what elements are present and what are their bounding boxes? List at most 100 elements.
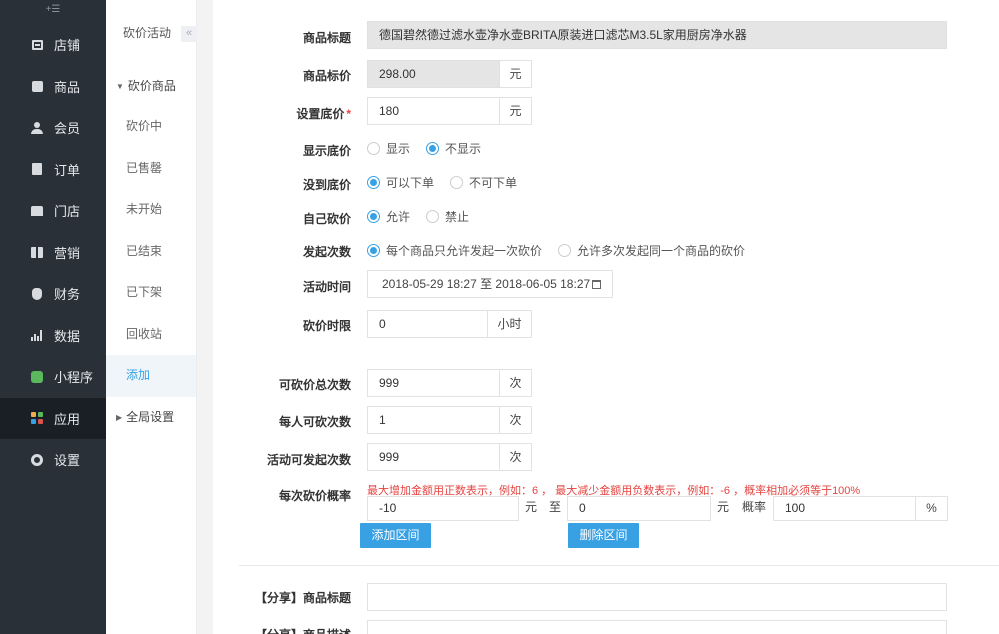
share-desc-label: 【分享】商品描述 [255,626,351,634]
required-mark: * [346,107,351,121]
collapse-menu-icon[interactable]: « [181,26,197,42]
gift-icon [30,245,44,259]
show-floor-radio-hide[interactable]: 不显示 [426,140,481,157]
probability-word: 概率 [735,496,773,521]
sidebar-item-finance[interactable]: 财务 [0,273,106,315]
self-cut-radio-allow[interactable]: 允许 [367,208,410,225]
sidebar-item-members[interactable]: 会员 [0,107,106,149]
caret-down-icon: ▼ [116,82,124,91]
user-icon [30,121,44,135]
share-desc-input[interactable] [367,620,947,634]
below-floor-radio-allow[interactable]: 可以下单 [367,174,434,191]
sidebar-item-label: 会员 [54,121,81,137]
per-user-cuts-input[interactable]: 1 [367,406,500,434]
order-icon [30,162,44,176]
goods-icon [30,79,44,93]
submenu-item-offline[interactable]: 已下架 [106,272,196,314]
sidebar-toggle-icon[interactable]: +☰ [0,0,106,24]
mini-program-icon [30,370,44,384]
total-cuts-label: 可砍价总次数 [278,378,351,392]
sidebar-item-marketing[interactable]: 营销 [0,232,106,274]
submenu-group-bargain-goods[interactable]: ▼ 砍价商品 [106,66,196,106]
sidebar-item-label: 数据 [54,328,81,344]
show-floor-radio-show[interactable]: 显示 [367,140,410,157]
caret-right-icon: ▶ [116,412,123,422]
sidebar-item-label: 营销 [54,245,81,261]
launch-multiple-radio[interactable]: 允许多次发起同一个商品的砍价 [558,242,745,259]
range-to-input[interactable]: 0 [567,496,711,521]
probability-input[interactable]: 100 [773,496,916,521]
total-cuts-input[interactable]: 999 [367,369,500,397]
gutter [197,0,213,634]
time-limit-unit: 小时 [488,310,532,338]
range-from-input[interactable]: -10 [367,496,519,521]
submenu-item-recycle-bin[interactable]: 回收站 [106,314,196,356]
sidebar-item-mini-program[interactable]: 小程序 [0,356,106,398]
launchable-times-input[interactable]: 999 [367,443,500,471]
submenu-item-not-started[interactable]: 未开始 [106,189,196,231]
share-title-input[interactable] [367,583,947,611]
sidebar-item-label: 设置 [54,453,81,469]
gear-icon [30,453,44,467]
floor-price-unit: 元 [500,97,532,125]
floor-price-input[interactable]: 180 [367,97,500,125]
title-label: 商品标题 [302,31,351,45]
sidebar-item-label: 财务 [54,287,81,303]
delete-range-button[interactable]: 删除区间 [568,523,639,548]
sidebar-item-orders[interactable]: 订单 [0,149,106,191]
sidebar-item-apps[interactable]: 应用 [0,397,106,439]
add-range-button[interactable]: 添加区间 [360,523,431,548]
sidebar-item-label: 店铺 [54,38,81,54]
probability-label: 每次砍价概率 [278,489,351,503]
sidebar-item-shop[interactable]: 店铺 [0,24,106,66]
self-cut-label: 自己砍价 [302,212,351,226]
submenu-group-global-settings[interactable]: ▶ 全局设置 [106,397,196,437]
main-form: 商品标题 德国碧然德过滤水壶净水壶BRITA原装进口滤芯M3.5L家用厨房净水器… [213,0,999,634]
submenu-item-add[interactable]: 添加 [106,355,196,397]
activity-time-label: 活动时间 [302,280,351,294]
per-user-cuts-unit: 次 [500,406,532,434]
total-cuts-unit: 次 [500,369,532,397]
below-floor-label: 没到底价 [302,178,351,192]
range-from-unit: 元 [519,496,543,521]
activity-time-picker[interactable]: 2018-05-29 18:27 至 2018-06-05 18:27 [367,270,613,298]
submenu-item-in-progress[interactable]: 砍价中 [106,106,196,148]
probability-unit: % [916,496,948,521]
price-label: 商品标价 [302,69,351,83]
bar-chart-icon [30,328,44,342]
list-price-unit: 元 [500,60,532,88]
sidebar-item-label: 小程序 [54,370,94,386]
submenu-item-sold-out[interactable]: 已售罄 [106,148,196,190]
sidebar-item-label: 门店 [54,204,81,220]
list-price-field: 298.00 [367,60,500,88]
sidebar-item-data[interactable]: 数据 [0,315,106,357]
range-to-unit: 元 [711,496,735,521]
sidebar-item-label: 订单 [54,162,81,178]
secondary-menu: 砍价活动 ▼ 砍价商品 砍价中 已售罄 未开始 已结束 已下架 回收站 添加 ▶ 全… [106,0,197,634]
sidebar-item-goods[interactable]: 商品 [0,66,106,108]
show-floor-label: 显示底价 [302,144,351,158]
sidebar-item-settings[interactable]: 设置 [0,439,106,481]
self-cut-radio-deny[interactable]: 禁止 [426,208,469,225]
section-divider [239,565,999,566]
below-floor-radio-deny[interactable]: 不可下单 [450,174,517,191]
calendar-icon [592,280,602,289]
sidebar-item-label: 应用 [54,411,81,427]
range-to-word: 至 [543,496,567,521]
sidebar-item-stores[interactable]: 门店 [0,190,106,232]
share-title-label: 【分享】商品标题 [254,591,351,605]
submenu-item-ended[interactable]: 已结束 [106,231,196,273]
launch-times-label: 发起次数 [302,245,351,259]
launchable-times-label: 活动可发起次数 [266,453,351,467]
per-user-cuts-label: 每人可砍次数 [278,415,351,429]
launchable-times-unit: 次 [500,443,532,471]
time-limit-label: 砍价时限 [302,319,351,333]
time-limit-input[interactable]: 0 [367,310,488,338]
shop-icon [30,38,44,52]
store-icon [30,204,44,218]
sidebar-item-label: 商品 [54,79,81,95]
floor-price-label: 设置底价 * [296,107,351,121]
money-bag-icon [30,287,44,301]
launch-once-radio[interactable]: 每个商品只允许发起一次砍价 [367,242,542,259]
apps-grid-icon [30,411,44,425]
